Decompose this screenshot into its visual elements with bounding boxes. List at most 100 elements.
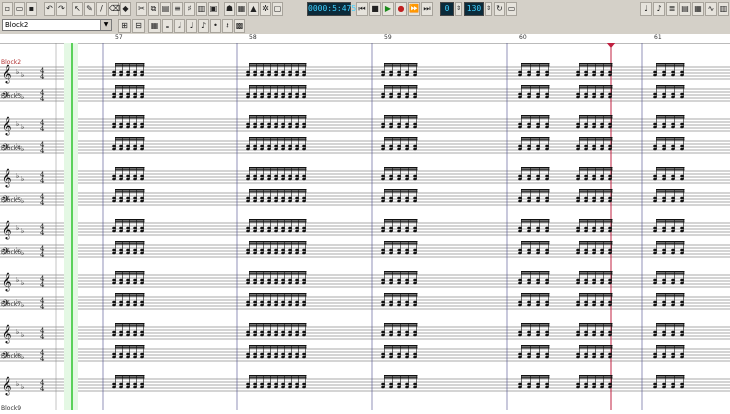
note-head	[302, 144, 306, 148]
note-head	[518, 92, 522, 96]
paste-icon[interactable]: ▤	[160, 2, 171, 16]
note-head	[576, 248, 580, 252]
note-head	[584, 229, 588, 233]
paint-icon[interactable]: ◆	[120, 2, 131, 16]
picture-icon[interactable]: ▣	[208, 2, 219, 16]
note-head	[671, 70, 675, 74]
block-label[interactable]: Block2	[1, 59, 21, 66]
time-signature: 4	[40, 281, 45, 289]
note-icon[interactable]: ♩	[640, 2, 652, 16]
metronome-icon[interactable]: ▲	[248, 2, 259, 16]
block-label[interactable]: Block7	[1, 301, 21, 308]
note-head	[608, 73, 612, 77]
eighth-note-icon[interactable]: ♪	[198, 19, 209, 33]
merge-icon[interactable]: ⊟	[132, 19, 145, 33]
tempo-value[interactable]: 130	[464, 2, 484, 16]
settings-icon[interactable]: ✲	[260, 2, 271, 16]
copy-icon[interactable]: ⧉	[148, 2, 159, 16]
dot-icon[interactable]: •	[210, 19, 221, 33]
track-view-icon[interactable]: ▤	[679, 2, 691, 16]
note-head	[112, 125, 116, 129]
flat-icon: ♭	[16, 380, 19, 388]
piano-roll-icon[interactable]: ▥	[718, 2, 729, 16]
note-head	[527, 355, 531, 359]
skip-end-icon[interactable]: ⏭	[421, 2, 433, 16]
note-beam	[115, 345, 145, 347]
note-head	[662, 385, 666, 389]
chevron-down-icon[interactable]: ▼	[100, 20, 111, 30]
palette-icon[interactable]: ▩	[234, 19, 245, 33]
split-icon[interactable]: ⊞	[118, 19, 131, 33]
note-head	[389, 70, 393, 74]
play-icon[interactable]: ▶	[382, 2, 394, 16]
flat-icon: ♭	[21, 145, 24, 153]
note-head	[576, 147, 580, 151]
note-head	[413, 199, 417, 203]
position-value[interactable]: 0	[440, 2, 454, 16]
note-head	[584, 144, 588, 148]
block-label[interactable]: Block8	[1, 353, 21, 360]
fast-forward-icon[interactable]: ⏩	[408, 2, 420, 16]
wave-view-icon[interactable]: ∿	[705, 2, 717, 16]
save-icon[interactable]: ▪	[26, 2, 37, 16]
open-file-icon[interactable]: ▭	[14, 2, 25, 16]
note-head	[295, 385, 299, 389]
pencil-icon[interactable]: ✎	[84, 2, 95, 16]
mixer-icon[interactable]: ☗	[224, 2, 235, 16]
redo-icon[interactable]: ↷	[56, 2, 67, 16]
stop-icon[interactable]: ■	[369, 2, 381, 16]
note-head	[267, 95, 271, 99]
note-beam	[656, 347, 685, 349]
grid-icon[interactable]: ▦	[148, 19, 161, 33]
block-label[interactable]: Block5	[1, 197, 21, 204]
lock-icon[interactable]: ▢	[272, 2, 283, 16]
note-beam	[521, 377, 550, 379]
note-head	[397, 199, 401, 203]
position-spin-icon[interactable]: ⇕	[455, 2, 462, 16]
note-head	[405, 303, 409, 307]
select-arrow-icon[interactable]: ↖	[72, 2, 83, 16]
block-label[interactable]: Block6	[1, 249, 21, 256]
transpose-icon[interactable]: ♯	[184, 2, 195, 16]
cut-icon[interactable]: ✂	[136, 2, 147, 16]
note-beam	[115, 87, 145, 89]
score-canvas[interactable]: 𝄞 ♭ ♭ 44𝄢 ♭ ♭ 44𝄞 ♭ ♭ 44𝄢 ♭ ♭ 44𝄞 ♭ ♭ 44𝄢 ♭ ♭ 44𝄞 ♭ ♭ 44𝄢 ♭ ♭ 44…	[0, 42, 730, 410]
window-icon[interactable]: ▭	[506, 2, 517, 16]
note-head	[288, 382, 292, 386]
whole-note-icon[interactable]: 𝅝	[162, 19, 173, 33]
quarter-note-icon[interactable]: ♩	[186, 19, 197, 33]
note-head	[126, 226, 130, 230]
note-head	[381, 122, 385, 126]
block-select[interactable]: Block2 ▼	[2, 19, 112, 31]
note-head	[260, 92, 264, 96]
new-file-icon[interactable]: ▫	[2, 2, 13, 16]
score-area[interactable]: 𝄞 ♭ ♭ 4 4 𝄢 ♭ ♭ 4 4 𝄞 ♭ ♭ 4 4 𝄢 ♭ ♭ 4 4 𝄞 ♭ ♭ 4 4 𝄢 ♭ ♭ 4 4 𝄞 ♭ ♭ 4 4 𝄢 ♭ ♭ 4 4…	[0, 42, 730, 412]
highlighter-icon[interactable]: /	[96, 2, 107, 16]
record-icon[interactable]: ●	[395, 2, 407, 16]
note-head	[518, 251, 522, 255]
note-beam	[656, 293, 685, 295]
rest-icon[interactable]: 𝄽	[222, 19, 233, 33]
undo-icon[interactable]: ↶	[44, 2, 55, 16]
eraser-icon[interactable]: ⌫	[108, 2, 120, 16]
note-head	[295, 122, 299, 126]
note-head	[536, 333, 540, 337]
loop-icon[interactable]: ↻	[494, 2, 505, 16]
note-head	[381, 385, 385, 389]
note-beam	[579, 345, 613, 347]
staff-view-icon[interactable]: ≣	[666, 2, 678, 16]
block-label[interactable]: Block4	[1, 145, 21, 152]
note-head	[576, 174, 580, 178]
quantize-icon[interactable]: ≡	[172, 2, 183, 16]
block-label[interactable]: Block9	[1, 405, 21, 412]
block-label[interactable]: Block3	[1, 93, 21, 100]
keyboard-icon[interactable]: ▦	[236, 2, 247, 16]
rewind-start-icon[interactable]: ⏮	[356, 2, 368, 16]
note-head	[246, 73, 250, 77]
event-view-icon[interactable]: ▦	[692, 2, 704, 16]
half-note-icon[interactable]: 𝅗𝅥	[174, 19, 185, 33]
score-view-icon[interactable]: ♪	[653, 2, 665, 16]
velocity-icon[interactable]: ▥	[196, 2, 207, 16]
note-head	[381, 177, 385, 181]
tempo-spin-icon[interactable]: ⇕	[485, 2, 492, 16]
